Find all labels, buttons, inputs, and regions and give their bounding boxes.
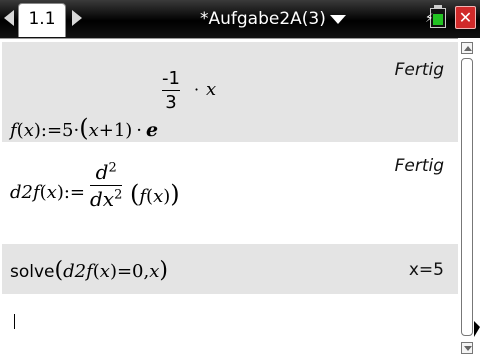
function-name: d2f [10, 182, 40, 203]
history-row[interactable]: f(x):=5·(x+1) · e -1 3 · x Fertig [2, 42, 458, 142]
assign-text: ):= [56, 182, 85, 203]
variable: x [153, 186, 164, 207]
scrollbar-thumb[interactable] [461, 58, 473, 336]
battery-level [433, 14, 443, 25]
euler-e: e [146, 119, 159, 141]
history-row[interactable]: solve(d2f(x)=0,x) x=5 [2, 244, 458, 294]
fraction-denominator: dx2 [90, 187, 123, 211]
document-menu-chevron-down-icon[interactable] [330, 15, 346, 24]
title-bar: 1.1 *Aufgabe2A(3) ⚡ ✕ [0, 0, 480, 38]
multiply-dot: · [136, 120, 143, 141]
equation-text: )=0, [109, 261, 150, 282]
function-name: f [10, 120, 17, 141]
plus-one: +1) [98, 120, 133, 141]
close-button[interactable]: ✕ [455, 6, 476, 29]
text-cursor[interactable] [14, 314, 15, 329]
derivative-fraction: d2 dx2 [90, 160, 123, 211]
next-page-arrow-icon[interactable] [72, 10, 82, 26]
result-text: Fertig [394, 60, 444, 80]
entry-expression[interactable]: solve(d2f(x)=0,x) [10, 258, 168, 283]
entry-expression[interactable]: d2f(x):= d2 dx2 (f(x)) [10, 154, 210, 234]
calculator-app: f(x):=5·(x+1) · e -1 3 · x Fertig d2f(x):=… [0, 38, 480, 360]
scroll-up-arrow-icon[interactable] [461, 42, 473, 54]
command-name: solve [10, 262, 55, 282]
variable: x [88, 120, 99, 141]
tab-page-1-1[interactable]: 1.1 [18, 3, 66, 37]
variable: x [23, 120, 34, 141]
mouse-pointer-icon [474, 321, 480, 337]
vertical-scrollbar[interactable] [461, 42, 475, 354]
fraction-denominator: 3 [165, 92, 177, 113]
scroll-down-arrow-icon[interactable] [461, 342, 473, 354]
fraction-numerator: d2 [95, 160, 117, 184]
function-name: d2f [63, 261, 93, 282]
paren: ( [79, 114, 89, 142]
result-text: Fertig [394, 156, 444, 176]
previous-page-arrow-icon[interactable] [4, 10, 14, 26]
variable: x [149, 261, 160, 282]
history-row[interactable]: d2f(x):= d2 dx2 (f(x)) Fertig [2, 142, 458, 244]
exponent-fraction: -1 3 [162, 68, 180, 113]
document-title[interactable]: *Aufgabe2A(3) [200, 8, 326, 30]
battery-icon: ⚡ [425, 5, 446, 28]
multiply-dot: · [194, 80, 200, 99]
result-text: x=5 [408, 260, 444, 280]
fraction-numerator: -1 [162, 68, 180, 89]
exponent-variable: x [206, 79, 217, 100]
variable: x [46, 182, 57, 203]
variable: x [99, 261, 110, 282]
assign-text: ):=5· [33, 120, 80, 141]
